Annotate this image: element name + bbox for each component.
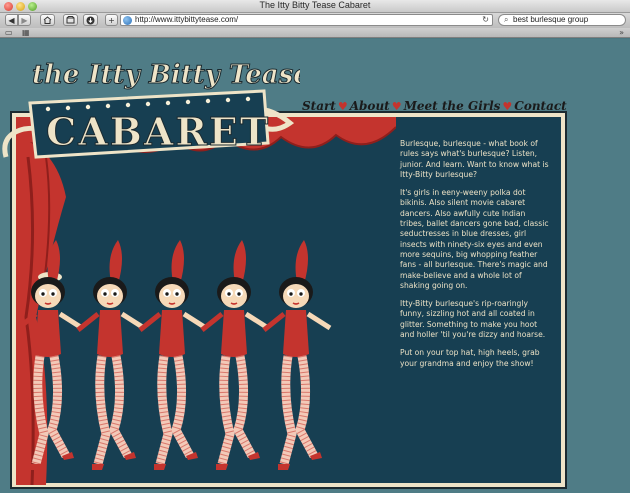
add-bookmark-button[interactable]: +: [105, 14, 118, 26]
browser-toolbar: ◀ ▶ + http://www.ittybittytease.com/ ↻ ⌕…: [0, 13, 630, 28]
logo-line1: the Itty Bitty Tease: [32, 60, 300, 90]
download-button[interactable]: [83, 14, 98, 26]
forward-icon: ▶: [21, 15, 28, 25]
url-text[interactable]: http://www.ittybittytease.com/: [135, 15, 238, 25]
intro-paragraph-1: Burlesque, burlesque - what book of rule…: [400, 139, 549, 179]
add-bookmark-icon: +: [108, 15, 115, 25]
dancers-illustration: [16, 234, 396, 484]
reload-icon[interactable]: ↻: [482, 15, 489, 25]
chevron-more-icon[interactable]: »: [619, 28, 624, 38]
title-bar: The Itty Bitty Tease Cabaret: [0, 0, 630, 13]
box-button[interactable]: [63, 14, 78, 26]
site-globe-icon: [123, 16, 132, 25]
dancer-4: [202, 240, 268, 470]
window-title: The Itty Bitty Tease Cabaret: [259, 0, 371, 10]
heart-icon: ♥: [391, 100, 402, 113]
back-button[interactable]: ◀: [5, 14, 18, 26]
dancer-5: [264, 240, 330, 470]
search-query[interactable]: best burlesque group: [513, 15, 588, 25]
home-button[interactable]: [40, 14, 55, 26]
heart-icon: ♥: [337, 100, 348, 113]
site-logo[interactable]: the Itty Bitty Tease CABARET: [0, 39, 300, 179]
bookmarks-bar: ▭ ▦ »: [0, 28, 630, 38]
download-icon: [86, 16, 95, 24]
intro-paragraph-3: Itty-Bitty burlesque's rip-roaringly fun…: [400, 299, 546, 340]
bookmarks-book-icon[interactable]: ▭: [5, 28, 13, 38]
intro-paragraph-4: Put on your top hat, high heels, grab yo…: [400, 348, 540, 368]
dancer-2: [78, 240, 144, 470]
intro-copy: Burlesque, burlesque - what book of rule…: [400, 139, 550, 377]
top-sites-grid-icon[interactable]: ▦: [22, 28, 30, 38]
search-icon: ⌕: [504, 15, 509, 24]
logo-line2: CABARET: [46, 109, 270, 154]
dancer-3: [140, 240, 206, 470]
address-bar[interactable]: http://www.ittybittytease.com/ ↻: [120, 14, 493, 26]
nav-about[interactable]: About: [350, 99, 390, 113]
search-field[interactable]: ⌕ best burlesque group: [498, 14, 626, 26]
heart-icon: ♥: [502, 100, 513, 113]
box-icon: [66, 16, 75, 24]
home-icon: [43, 16, 52, 24]
back-icon: ◀: [8, 15, 15, 25]
intro-paragraph-2: It's girls in eeny-weeny polka dot bikin…: [400, 188, 549, 290]
page-body: the Itty Bitty Tease CABARET Start ♥ About…: [0, 39, 630, 493]
nav-contact[interactable]: Contact: [514, 99, 566, 113]
main-navigation: Start ♥ About ♥ Meet the Girls ♥ Contact: [302, 99, 567, 113]
nav-start[interactable]: Start: [302, 99, 336, 113]
forward-button[interactable]: ▶: [18, 14, 31, 26]
nav-meet-the-girls[interactable]: Meet the Girls: [404, 99, 501, 113]
